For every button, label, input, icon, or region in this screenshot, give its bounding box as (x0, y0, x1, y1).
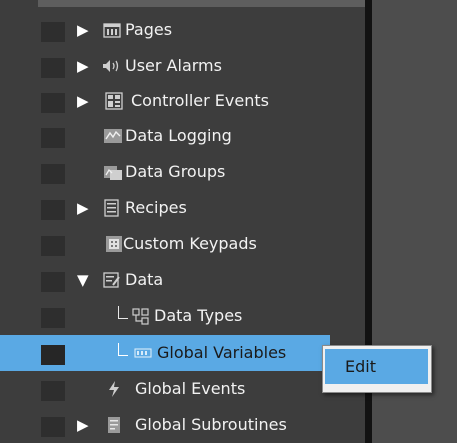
expand-arrow-icon[interactable]: ▶ (77, 418, 89, 433)
panel-top-bar (38, 0, 366, 7)
tree-item-recipes[interactable]: ▶ Recipes (0, 190, 365, 226)
tree-item-global-variables[interactable]: Global Variables (0, 335, 330, 371)
tree-item-data[interactable]: ▼ Data (0, 262, 365, 298)
row-checkbox[interactable] (41, 22, 65, 42)
row-checkbox[interactable] (41, 128, 65, 148)
row-checkbox[interactable] (41, 345, 65, 365)
row-checkbox[interactable] (41, 236, 65, 256)
expand-arrow-icon[interactable]: ▶ (77, 59, 89, 74)
tree-item-label: Global Subroutines (135, 415, 287, 434)
tree-item-global-events[interactable]: Global Events (0, 371, 365, 407)
project-tree-panel: ▶ Pages ▶ User Alarms ▶ Controller Event… (0, 0, 366, 443)
tree-connector-icon (118, 343, 128, 356)
expand-arrow-icon[interactable]: ▶ (77, 94, 89, 109)
tree-item-label: Global Variables (157, 343, 287, 362)
subroutines-icon (106, 416, 124, 434)
tree-item-controller-events[interactable]: ▶ Controller Events (0, 83, 365, 119)
tree-item-label: Recipes (125, 198, 187, 217)
tree-item-user-alarms[interactable]: ▶ User Alarms (0, 48, 365, 84)
tree-item-pages[interactable]: ▶ Pages (0, 12, 365, 48)
tree-item-label: Controller Events (131, 91, 269, 110)
variables-icon (134, 344, 152, 362)
expand-arrow-icon[interactable]: ▶ (77, 23, 89, 38)
data-logging-icon (103, 127, 122, 145)
expand-arrow-icon[interactable]: ▶ (77, 201, 89, 216)
tree-item-label: User Alarms (125, 56, 222, 75)
tree-item-label: Data Logging (125, 126, 232, 145)
tree-item-data-logging[interactable]: Data Logging (0, 118, 365, 154)
tree-item-label: Data Groups (125, 162, 226, 181)
collapse-arrow-icon[interactable]: ▼ (77, 273, 89, 288)
tree-item-data-types[interactable]: Data Types (0, 298, 365, 334)
pages-icon (103, 21, 121, 39)
row-checkbox[interactable] (41, 417, 65, 437)
tree-item-label: Data (125, 270, 164, 289)
context-menu-item-edit[interactable]: Edit (325, 349, 428, 384)
row-checkbox[interactable] (41, 93, 65, 113)
tree-item-data-groups[interactable]: Data Groups (0, 154, 365, 190)
tree-item-label: Custom Keypads (123, 234, 257, 253)
row-checkbox[interactable] (41, 308, 65, 328)
speaker-icon (101, 57, 119, 75)
tree-item-global-subroutines[interactable]: ▶ Global Subroutines (0, 407, 365, 443)
tree-connector-icon (118, 306, 128, 319)
row-checkbox[interactable] (41, 164, 65, 184)
tree-item-label: Pages (125, 20, 173, 39)
tree-item-custom-keypads[interactable]: Custom Keypads (0, 226, 365, 262)
row-checkbox[interactable] (41, 272, 65, 292)
recipes-icon (103, 199, 121, 217)
data-groups-icon (103, 163, 122, 181)
row-checkbox[interactable] (41, 200, 65, 220)
context-menu: Edit (322, 345, 432, 393)
row-checkbox[interactable] (41, 381, 65, 401)
controller-icon (105, 92, 123, 110)
menu-item-label: Edit (345, 357, 376, 376)
row-checkbox[interactable] (41, 58, 65, 78)
tree-item-label: Global Events (135, 379, 246, 398)
keypad-icon (105, 235, 123, 253)
lightning-icon (106, 380, 124, 398)
data-types-icon (132, 307, 150, 325)
data-icon (103, 271, 121, 289)
tree-item-label: Data Types (154, 306, 243, 325)
